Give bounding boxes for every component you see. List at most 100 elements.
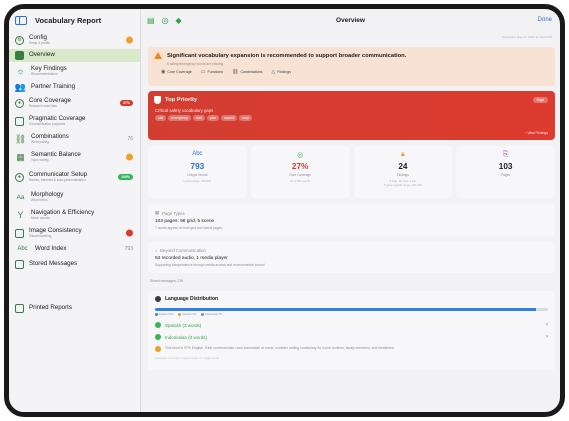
sidebar-header: Vocabulary Report (9, 9, 140, 31)
sidebar-list: ⚙ Config Setup & profile Overview ☼ Key F… (9, 31, 140, 315)
done-button[interactable]: Done (538, 17, 552, 23)
stat-hint: Typical: typical range: 100-400 (383, 183, 422, 187)
target-icon: ● (15, 98, 24, 108)
warning-dot (126, 153, 133, 161)
sidebar-item-sub: Communication purposes (29, 122, 66, 127)
warning-icon (154, 52, 162, 59)
tag-functions[interactable]: ▭ Functions (201, 69, 223, 75)
priority-badge: High (532, 97, 548, 103)
stat-pages[interactable]: ⎘ 103 Pages (456, 146, 555, 198)
globe-icon (155, 296, 161, 302)
tag-label: Core Coverage (167, 70, 192, 74)
sidebar-item-image-consistency[interactable]: Image Consistency Visual matching (9, 224, 140, 242)
language-row-label: Indonesian (3 words) (165, 334, 208, 340)
navigation-icon: Y (17, 210, 24, 220)
morphology-icon: Aa (16, 193, 25, 201)
warning-icon: ▲ (399, 151, 407, 158)
sidebar-item-label: Stored Messages (29, 259, 78, 267)
recommendation-banner: Significant vocabulary expansion is reco… (148, 47, 555, 86)
warning-icon: △ (271, 69, 276, 75)
tag-label: Combinations (240, 70, 263, 74)
sidebar-item-morphology[interactable]: Aa Morphology Word forms (9, 188, 140, 206)
sidebar-item-config[interactable]: ⚙ Config Setup & profile (9, 31, 140, 49)
calendar-icon[interactable]: ▤ (147, 16, 155, 25)
banner-title: Significant vocabulary expansion is reco… (167, 52, 407, 59)
overview-icon (15, 51, 24, 60)
tag-findings[interactable]: △ Findings (271, 69, 290, 75)
word-chip: call (155, 115, 167, 121)
stat-unique-words[interactable]: Abc 793 Unique Words typical range: 300-… (148, 146, 247, 198)
speaker-icon: ♪ (155, 248, 158, 253)
view-findings-link[interactable]: › View Findings (526, 131, 548, 135)
stat-core-coverage[interactable]: ◎ 27% Core Coverage 81 of 301 words (250, 146, 350, 198)
lightbulb-icon: ☼ (16, 66, 25, 76)
legend-label: English 97% (159, 313, 174, 316)
sidebar-item-communicator-setup[interactable]: ● Communicator Setup Names, interests & a… (9, 166, 140, 188)
sidebar-item-partner-training[interactable]: 👥 Partner Training (9, 80, 140, 94)
ipad-frame: Vocabulary Report ⚙ Config Setup & profil… (4, 4, 565, 417)
word-chip: emergency (168, 115, 191, 121)
gear-icon: ⚙ (15, 35, 24, 45)
sidebar-item-label: Word Index (35, 244, 67, 252)
language-row-indonesian[interactable]: Indonesian (3 words) › (155, 334, 548, 340)
legend-indonesian: Indonesian 0% (201, 313, 222, 316)
sidebar-item-printed-reports[interactable]: Printed Reports (9, 301, 140, 315)
sidebar-toggle-icon[interactable] (15, 15, 27, 25)
legend-label: Spanish 0% (182, 313, 197, 316)
word-chip: pain (206, 115, 220, 121)
print-icon (15, 303, 24, 313)
priority-chips: call emergency hurt pain scared stop (155, 115, 549, 121)
people-icon: 👥 (14, 81, 27, 92)
toolbar-icons: ▤ ◎ ◆ (141, 16, 182, 25)
main-content: Significant vocabulary expansion is reco… (148, 47, 555, 370)
legend-spanish: Spanish 0% (178, 313, 196, 316)
tag-icon[interactable]: ◆ (176, 16, 182, 25)
sidebar-item-word-index[interactable]: Abc Word Index 793 (9, 242, 140, 256)
top-bar: ▤ ◎ ◆ Overview Done (141, 9, 560, 31)
person-icon: ● (15, 172, 24, 182)
sidebar-item-combinations[interactable]: ⛓ Combinations Word pairing 76 (9, 130, 140, 148)
sidebar-item-key-findings[interactable]: ☼ Key Findings Recommendations (9, 62, 140, 80)
sidebar: Vocabulary Report ⚙ Config Setup & profil… (9, 9, 141, 412)
priority-subtitle: Critical safety vocabulary gaps (155, 108, 214, 113)
chevron-right-icon: › (546, 322, 548, 328)
stat-label: Core Coverage (289, 173, 311, 177)
sidebar-item-core-coverage[interactable]: ● Core Coverage Research word lists 37% (9, 94, 140, 112)
stat-findings[interactable]: ▲ 24 Findings 6 high, 16 med, 2 low Typi… (353, 146, 453, 198)
language-row-spanish[interactable]: Spanish (3 words) › (155, 322, 548, 328)
sidebar-item-sub: Setup & profile (29, 41, 50, 46)
sidebar-item-overview[interactable]: Overview (9, 49, 140, 62)
language-dot-icon (155, 322, 161, 328)
abc-icon: Abc (192, 151, 203, 157)
stats-row: Abc 793 Unique Words typical range: 300-… (148, 146, 555, 198)
abc-icon: Abc (17, 246, 28, 252)
priority-title: Top Priority (165, 97, 198, 103)
sidebar-item-label: Printed Reports (29, 303, 72, 311)
sidebar-item-pragmatic-coverage[interactable]: Pragmatic Coverage Communication purposes (9, 112, 140, 130)
sidebar-item-sub: Visual matching (29, 234, 52, 239)
sidebar-item-label: Partner Training (31, 82, 76, 90)
card-heading: Beyond Communication (160, 248, 206, 253)
page-title: Overview (336, 16, 365, 24)
stat-label: Findings (396, 173, 409, 177)
stored-messages-count: Stored messages: 229 (150, 279, 183, 283)
error-dot (126, 229, 133, 237)
functions-icon: ▭ (200, 69, 206, 75)
top-priority-card[interactable]: Top Priority High Critical safety vocabu… (148, 91, 555, 140)
tag-core-coverage[interactable]: ◉ Core Coverage (161, 69, 192, 75)
sidebar-item-semantic-balance[interactable]: ▦ Semantic Balance Topic variety (9, 148, 140, 166)
sidebar-item-stored-messages[interactable]: Stored Messages (9, 256, 140, 272)
setup-badge: 100% (118, 174, 133, 180)
sidebar-item-label: Overview (29, 51, 55, 59)
word-chip: hurt (192, 115, 205, 121)
tag-combinations[interactable]: ⛓ Combinations (232, 69, 262, 75)
target-icon[interactable]: ◎ (162, 16, 169, 25)
stat-value: 793 (190, 162, 205, 171)
sidebar-item-navigation[interactable]: Y Navigation & Efficiency Motor access (9, 206, 140, 224)
warning-dot (126, 36, 133, 44)
language-distribution-card: Language Distribution English 97% Spanis… (148, 291, 555, 370)
link-icon: ⛓ (14, 133, 27, 144)
shield-icon (154, 96, 161, 104)
message-icon (15, 259, 24, 269)
stat-value: 24 (398, 162, 408, 171)
